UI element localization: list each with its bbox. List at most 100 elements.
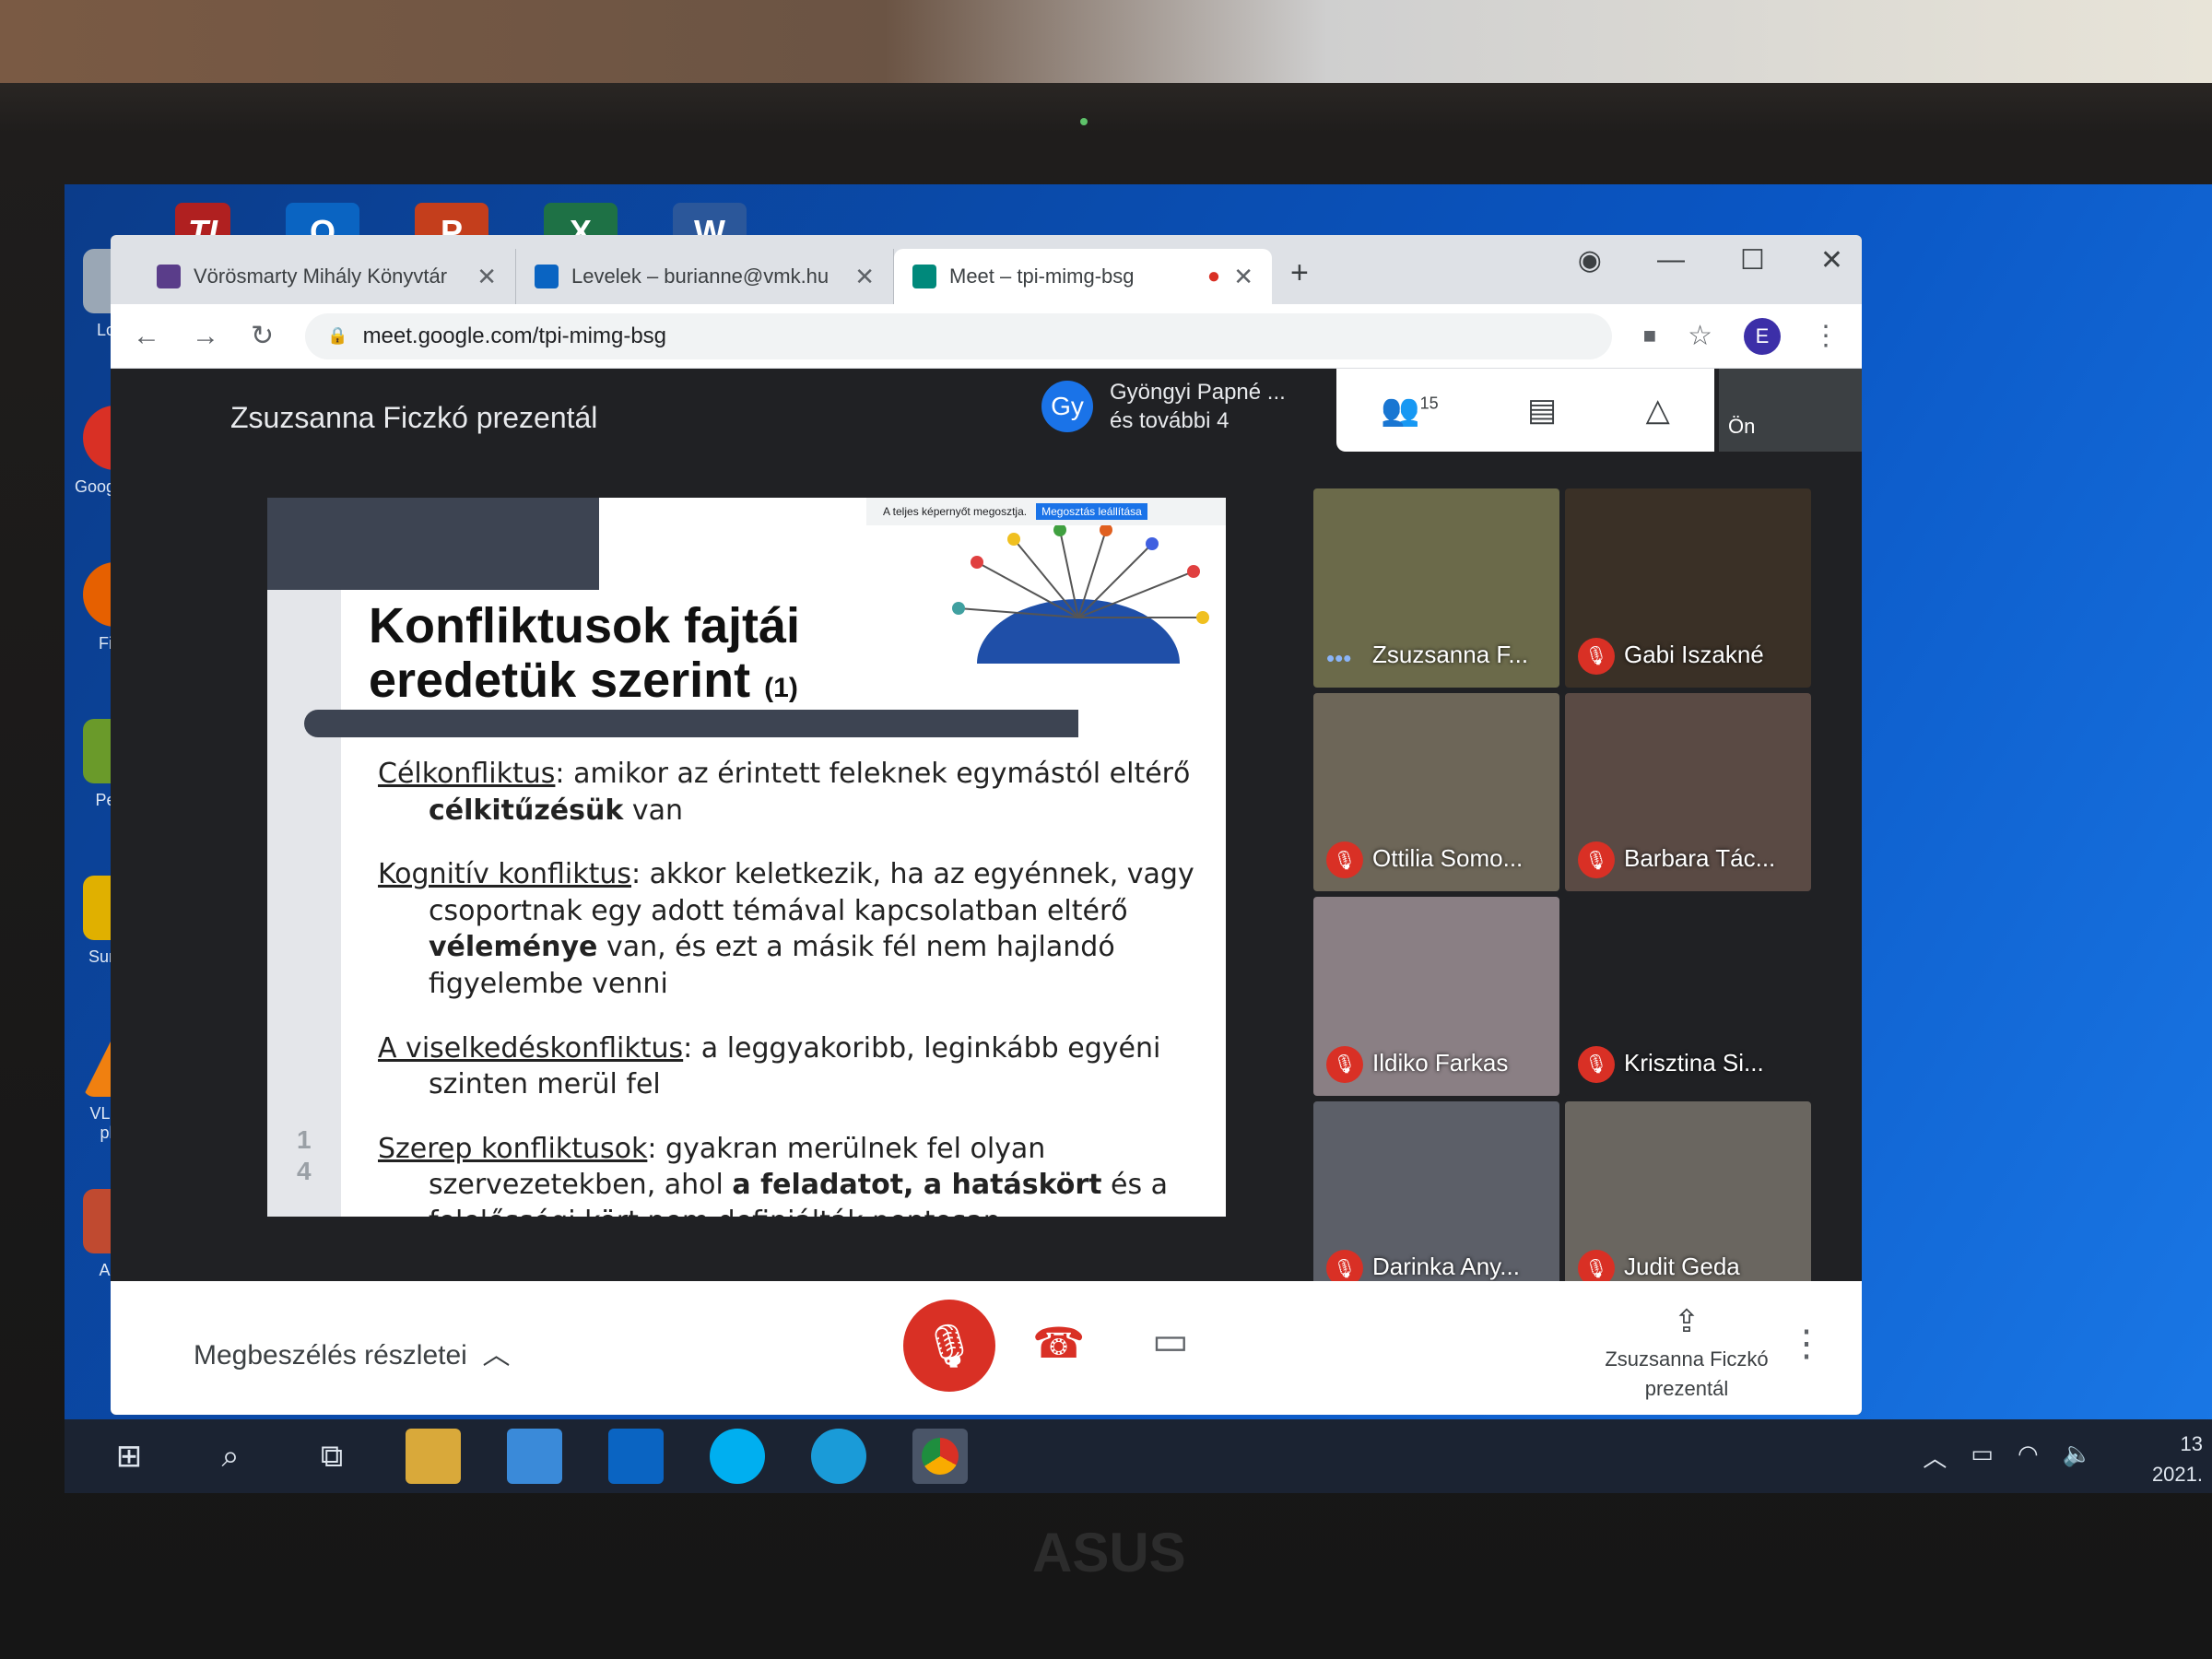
participant-tile[interactable]: 🎙 Krisztina Si... bbox=[1565, 897, 1811, 1096]
clock-time: 13 bbox=[2180, 1432, 2203, 1455]
meet-stage: Zsuzsanna Ficzkó prezentál Gy Gyöngyi Pa… bbox=[111, 369, 1862, 1415]
close-tab-icon[interactable]: ✕ bbox=[477, 263, 497, 291]
mic-off-icon: 🎙 bbox=[922, 1321, 977, 1370]
task-view-button[interactable]: ⧉ bbox=[304, 1429, 359, 1484]
desktop-screen: Lomt Goog Chro Firef PeaZ Sumatr VLC m p… bbox=[65, 184, 2212, 1493]
back-icon[interactable]: ← bbox=[133, 321, 160, 352]
participant-tile[interactable]: 🎙 Ottilia Somo... bbox=[1313, 692, 1559, 891]
url-field[interactable]: 🔒 meet.google.com/tpi-mimg-bsg bbox=[305, 312, 1612, 359]
maximize-button[interactable]: ☐ bbox=[1740, 244, 1765, 276]
more-options-icon[interactable]: ⋮ bbox=[1788, 1323, 1825, 1365]
tab-library[interactable]: Vörösmarty Mihály Könyvtár ✕ bbox=[138, 249, 516, 304]
stop-sharing-button[interactable]: Megosztás leállítása bbox=[1036, 503, 1147, 520]
participant-tile[interactable]: 🎙 Darinka Any... bbox=[1313, 1100, 1559, 1300]
battery-icon[interactable]: ▭ bbox=[1971, 1440, 1994, 1474]
camera-icon: ▭ bbox=[1152, 1319, 1189, 1362]
phone-icon: ☎ bbox=[1032, 1319, 1086, 1367]
camera-toggle-button[interactable]: ▭ bbox=[1152, 1318, 1189, 1363]
forward-icon[interactable]: → bbox=[192, 321, 219, 352]
chevron-up-icon[interactable]: ︿ bbox=[1923, 1440, 1947, 1474]
mail-icon[interactable] bbox=[507, 1429, 562, 1484]
presenting-title: Zsuzsanna Ficzkó prezentál bbox=[230, 401, 598, 434]
background-wall bbox=[0, 0, 2212, 83]
participant-tile[interactable]: 🎙 Ildiko Farkas bbox=[1313, 897, 1559, 1096]
close-window-button[interactable]: ✕ bbox=[1820, 244, 1843, 276]
slide-left-bar bbox=[267, 590, 341, 1217]
url-text: meet.google.com/tpi-mimg-bsg bbox=[362, 323, 667, 348]
minimize-button[interactable]: — bbox=[1657, 244, 1685, 276]
participant-tile[interactable]: 🎙 Judit Geda bbox=[1565, 1100, 1811, 1300]
people-icon: 👥 bbox=[1381, 393, 1420, 428]
volume-icon[interactable]: 🔈 bbox=[2063, 1440, 2092, 1474]
camera-permission-icon[interactable]: ■ bbox=[1643, 324, 1657, 349]
new-tab-button[interactable]: + bbox=[1290, 255, 1309, 291]
chrome-taskbar-icon[interactable] bbox=[912, 1429, 968, 1484]
windows-icon: ⊞ bbox=[115, 1439, 143, 1474]
page-num-2: 4 bbox=[297, 1156, 312, 1185]
item-term: Szerep konfliktusok bbox=[378, 1132, 648, 1165]
profile-avatar[interactable]: E bbox=[1744, 317, 1781, 355]
self-label: Ön bbox=[1728, 415, 1756, 438]
meet-top-toolbar: 👥15 ▤ △ bbox=[1336, 369, 1714, 452]
participant-name: Judit Geda bbox=[1624, 1253, 1740, 1280]
activities-icon[interactable]: △ bbox=[1646, 392, 1670, 429]
item-bold: a feladatot, a hatáskört bbox=[732, 1169, 1102, 1202]
close-tab-icon[interactable]: ✕ bbox=[1233, 263, 1253, 291]
participant-count: 15 bbox=[1419, 394, 1439, 413]
file-explorer-icon[interactable] bbox=[406, 1429, 461, 1484]
people-button[interactable]: 👥15 bbox=[1381, 392, 1438, 429]
participant-tile[interactable]: ••• Zsuzsanna F... bbox=[1313, 488, 1559, 688]
reload-icon[interactable]: ↻ bbox=[251, 320, 274, 352]
slide-header-band bbox=[267, 498, 599, 590]
tab-meet[interactable]: Meet – tpi-mimg-bsg ● ✕ bbox=[894, 249, 1272, 304]
present-icon: ⇪ bbox=[1673, 1304, 1700, 1339]
address-bar: ← → ↻ 🔒 meet.google.com/tpi-mimg-bsg ■ ☆… bbox=[111, 304, 1862, 369]
mic-off-icon: 🎙 bbox=[1578, 1045, 1615, 1083]
hang-up-button[interactable]: ☎ bbox=[1032, 1318, 1085, 1368]
chrome-menu-icon[interactable]: ◉ bbox=[1578, 244, 1602, 276]
page-num-1: 1 bbox=[297, 1125, 312, 1154]
tab-mail[interactable]: Levelek – burianne@vmk.hu ✕ bbox=[516, 249, 894, 304]
bookmark-star-icon[interactable]: ☆ bbox=[1688, 320, 1712, 352]
tab-strip: Vörösmarty Mihály Könyvtár ✕ Levelek – b… bbox=[111, 235, 1862, 304]
chrome-icon bbox=[922, 1438, 959, 1475]
chat-icon[interactable]: ▤ bbox=[1527, 392, 1557, 429]
windows-taskbar: ⊞ ⌕ ⧉ ︿ ▭ ◠ 🔈 13 2021. bbox=[65, 1419, 2212, 1493]
participant-grid: ••• Zsuzsanna F... 🎙 Gabi Iszakné 🎙 Ottilia… bbox=[1313, 488, 1811, 1300]
avatar: Gy bbox=[1041, 381, 1093, 433]
meeting-details-label: Megbeszélés részletei bbox=[194, 1340, 467, 1371]
chrome-window: Vörösmarty Mihály Könyvtár ✕ Levelek – b… bbox=[111, 235, 1862, 1415]
search-button[interactable]: ⌕ bbox=[203, 1429, 258, 1484]
outlook-taskbar-icon[interactable] bbox=[608, 1429, 664, 1484]
edge-icon[interactable] bbox=[811, 1429, 866, 1484]
slide-title-suffix: (1) bbox=[764, 673, 798, 704]
slide-page-number: 1 4 bbox=[297, 1124, 312, 1186]
participant-name: Darinka Any... bbox=[1372, 1253, 1520, 1280]
list-item: Kognitív konfliktus: akkor keletkezik, h… bbox=[378, 856, 1207, 1002]
close-tab-icon[interactable]: ✕ bbox=[854, 263, 875, 291]
item-term: A viselkedéskonfliktus bbox=[378, 1031, 684, 1065]
mic-off-icon: 🎙 bbox=[1326, 1045, 1363, 1083]
wifi-icon[interactable]: ◠ bbox=[2018, 1440, 2039, 1474]
present-now-button[interactable]: ⇪ Zsuzsanna Ficzkó prezentál bbox=[1567, 1300, 1806, 1404]
start-button[interactable]: ⊞ bbox=[101, 1429, 157, 1484]
mute-toggle-button[interactable]: 🎙 bbox=[903, 1300, 995, 1392]
item-bold: célkitűzésük bbox=[429, 794, 624, 827]
item-term: Célkonfliktus bbox=[378, 758, 556, 790]
share-banner: A teljes képernyőt megosztja. Megosztás … bbox=[866, 498, 1226, 525]
meet-bottom-bar: Megbeszélés részletei ︿ 🎙 ☎ ▭ ⇪ Zsuzsann… bbox=[111, 1281, 1862, 1415]
participant-tile[interactable]: 🎙 Barbara Tác... bbox=[1565, 692, 1811, 891]
participant-name: Ildiko Farkas bbox=[1372, 1048, 1509, 1077]
monitor-photo: Lomt Goog Chro Firef PeaZ Sumatr VLC m p… bbox=[0, 0, 2212, 1659]
participant-tile[interactable]: 🎙 Gabi Iszakné bbox=[1565, 488, 1811, 688]
list-item: A viselkedéskonfliktus: a leggyakoribb, … bbox=[378, 1030, 1207, 1103]
self-view-tile[interactable]: Ön bbox=[1719, 369, 1862, 452]
more-menu-icon[interactable]: ⋮ bbox=[1812, 320, 1840, 352]
meeting-details-button[interactable]: Megbeszélés részletei ︿ bbox=[194, 1332, 511, 1372]
mic-off-icon: 🎙 bbox=[1326, 841, 1363, 878]
clock[interactable]: 13 2021. bbox=[2152, 1429, 2203, 1489]
recording-dot-icon: ● bbox=[1206, 264, 1221, 288]
presenter-chip[interactable]: Gy Gyöngyi Papné ... és további 4 bbox=[1041, 378, 1286, 435]
skype-icon[interactable] bbox=[710, 1429, 765, 1484]
present-label-line2: prezentál bbox=[1644, 1377, 1729, 1401]
